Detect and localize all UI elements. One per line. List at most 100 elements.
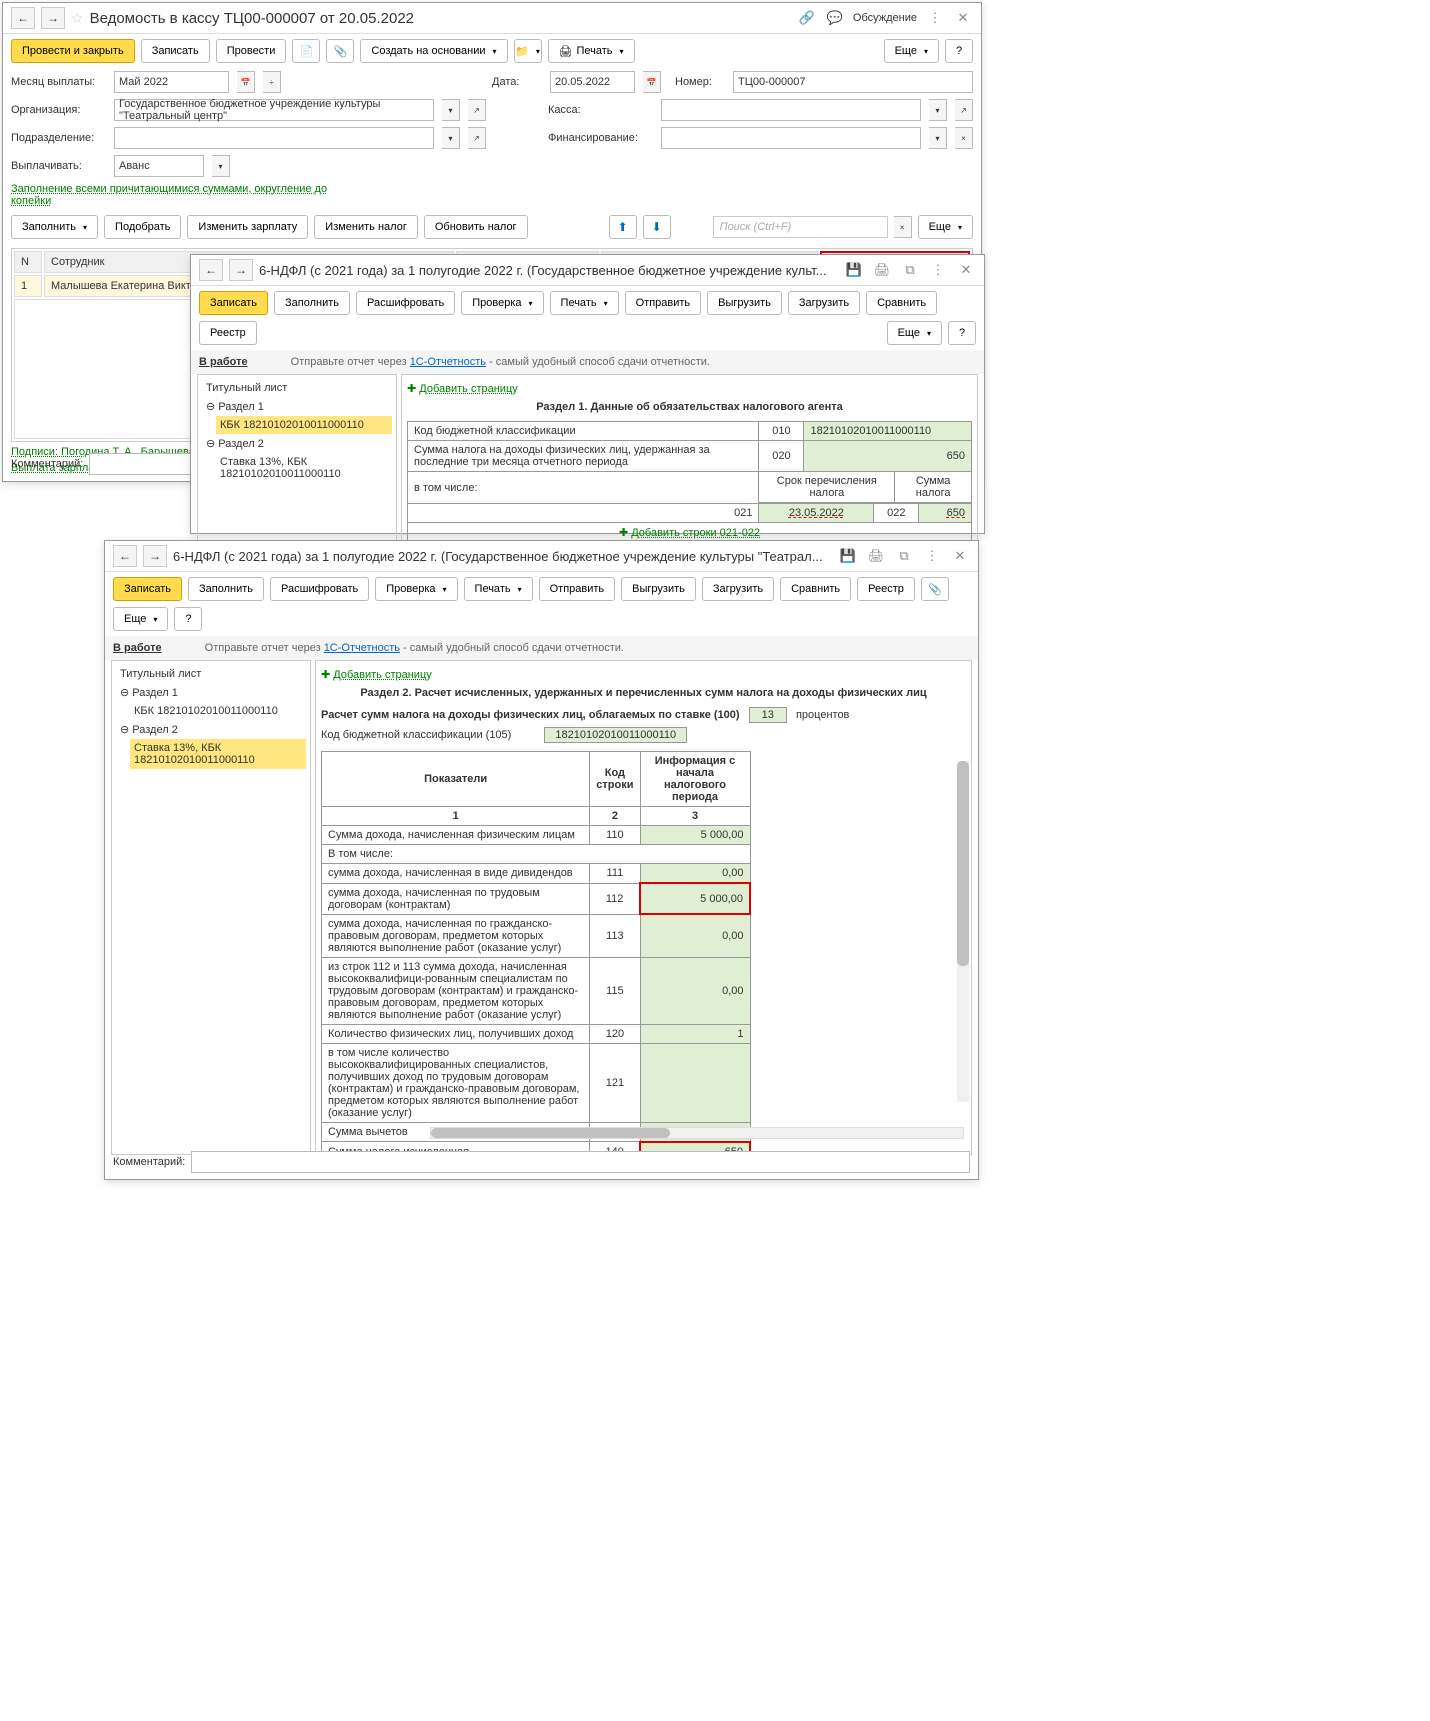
print-button[interactable]: Печать xyxy=(464,577,533,601)
date-input[interactable]: 20.05.2022 xyxy=(550,71,635,93)
org-dropdown-btn[interactable]: ▾ xyxy=(442,99,460,121)
podrazd-open[interactable]: ↗ xyxy=(468,127,486,149)
reestr-button[interactable]: Реестр xyxy=(857,577,915,601)
nav-forward-button[interactable]: → xyxy=(143,545,167,567)
search-input[interactable]: Поиск (Ctrl+F) xyxy=(713,216,888,238)
eshe-button[interactable]: Еще xyxy=(887,321,942,345)
comment-input[interactable] xyxy=(191,1151,970,1173)
podobrat-button[interactable]: Подобрать xyxy=(104,215,181,239)
zapisat-button[interactable]: Записать xyxy=(113,577,182,601)
attach-icon-button[interactable]: 📎 xyxy=(326,39,354,63)
org-input[interactable]: Государственное бюджетное учреждение кул… xyxy=(114,99,434,121)
otpravka-button[interactable]: Отправить xyxy=(539,577,616,601)
tree-section1[interactable]: ⊖ Раздел 1 xyxy=(116,683,306,702)
discuss-label[interactable]: Обсуждение xyxy=(853,12,917,24)
izmenit-nalog-button[interactable]: Изменить налог xyxy=(314,215,418,239)
doc-icon-button[interactable]: 📄 xyxy=(292,39,320,63)
zapisat-button[interactable]: Записать xyxy=(199,291,268,315)
help-button[interactable]: ? xyxy=(174,607,202,631)
rashifr-button[interactable]: Расшифровать xyxy=(356,291,455,315)
finans-input[interactable] xyxy=(661,127,921,149)
podrazd-input[interactable] xyxy=(114,127,434,149)
add-rows-021[interactable]: Добавить строки 021-022 xyxy=(631,527,760,539)
nav-back-button[interactable]: ← xyxy=(11,7,35,29)
vyplat-input[interactable]: Аванс xyxy=(114,155,204,177)
provesti-zakryt-button[interactable]: Провести и закрыть xyxy=(11,39,135,63)
eshe-button[interactable]: Еще xyxy=(113,607,168,631)
eshe-table-button[interactable]: Еще xyxy=(918,215,973,239)
izmenit-zarplatu-button[interactable]: Изменить зарплату xyxy=(187,215,308,239)
month-calendar-btn[interactable]: 📅 xyxy=(237,71,255,93)
zagruz-button[interactable]: Загрузить xyxy=(702,577,774,601)
rate-value[interactable]: 13 xyxy=(749,707,787,723)
kbk-value[interactable]: 18210102010011000110 xyxy=(544,727,687,743)
nav-forward-button[interactable]: → xyxy=(229,259,253,281)
sozdat-button[interactable]: Создать на основании xyxy=(360,39,507,63)
folder-icon-button[interactable]: 📁 xyxy=(514,39,542,63)
sravn-button[interactable]: Сравнить xyxy=(780,577,851,601)
zapisat-button[interactable]: Записать xyxy=(141,39,210,63)
provesti-button[interactable]: Провести xyxy=(216,39,287,63)
kassa-dropdown[interactable]: ▾ xyxy=(929,99,947,121)
otpravka-button[interactable]: Отправить xyxy=(625,291,702,315)
star-icon[interactable]: ☆ xyxy=(71,10,84,27)
search-clear[interactable]: × xyxy=(894,216,912,238)
vygruz-button[interactable]: Выгрузить xyxy=(621,577,696,601)
copy-icon[interactable]: ⧉ xyxy=(894,546,914,566)
link-icon[interactable]: 🔗 xyxy=(797,8,817,28)
scrollbar-horizontal[interactable] xyxy=(430,1127,964,1139)
move-up-button[interactable]: ⬆ xyxy=(609,215,637,239)
status-label[interactable]: В работе xyxy=(199,356,248,368)
reestr-button[interactable]: Реестр xyxy=(199,321,257,345)
attach-button[interactable]: 📎 xyxy=(921,577,949,601)
tree-title-page[interactable]: Титульный лист xyxy=(116,665,306,683)
nav-back-button[interactable]: ← xyxy=(199,259,223,281)
org-open-btn[interactable]: ↗ xyxy=(468,99,486,121)
month-stepper[interactable]: ÷ xyxy=(263,71,281,93)
kassa-open[interactable]: ↗ xyxy=(955,99,973,121)
vyplat-dropdown[interactable]: ▾ xyxy=(212,155,230,177)
add-page-link[interactable]: Добавить страницу xyxy=(333,669,431,681)
zapolnit-dropdown[interactable]: Заполнить xyxy=(11,215,98,239)
proverka-button[interactable]: Проверка xyxy=(461,291,543,315)
month-input[interactable]: Май 2022 xyxy=(114,71,229,93)
finans-clear[interactable]: × xyxy=(955,127,973,149)
close-icon[interactable]: ✕ xyxy=(956,260,976,280)
status-label[interactable]: В работе xyxy=(113,642,162,654)
more-icon[interactable]: ⋮ xyxy=(928,260,948,280)
tree-kbk1[interactable]: КБК 18210102010011000110 xyxy=(130,702,306,720)
eshe-button[interactable]: Еще xyxy=(884,39,939,63)
discuss-icon[interactable]: 💬 xyxy=(825,8,845,28)
help-button[interactable]: ? xyxy=(945,39,973,63)
tree-stavka[interactable]: Ставка 13%, КБК 18210102010011000110 xyxy=(130,739,306,769)
print-icon[interactable]: 🖨 xyxy=(872,260,892,280)
move-down-button[interactable]: ⬇ xyxy=(643,215,671,239)
sravn-button[interactable]: Сравнить xyxy=(866,291,937,315)
tree-kbk1[interactable]: КБК 18210102010011000110 xyxy=(216,416,392,434)
rashifr-button[interactable]: Расшифровать xyxy=(270,577,369,601)
finans-dropdown[interactable]: ▾ xyxy=(929,127,947,149)
add-page-link[interactable]: Добавить страницу xyxy=(419,383,517,395)
tree-section2[interactable]: ⊖ Раздел 2 xyxy=(116,720,306,739)
print-button[interactable]: 🖨 Печать xyxy=(548,39,635,63)
scrollbar-vertical[interactable] xyxy=(957,761,969,1102)
copy-icon[interactable]: ⧉ xyxy=(900,260,920,280)
proverka-button[interactable]: Проверка xyxy=(375,577,457,601)
more-icon[interactable]: ⋮ xyxy=(922,546,942,566)
zapolnit-button[interactable]: Заполнить xyxy=(188,577,264,601)
print-button[interactable]: Печать xyxy=(550,291,619,315)
nav-forward-button[interactable]: → xyxy=(41,7,65,29)
date-calendar-btn[interactable]: 📅 xyxy=(643,71,661,93)
tree-section1[interactable]: ⊖ Раздел 1 xyxy=(202,397,392,416)
kassa-input[interactable] xyxy=(661,99,921,121)
save-icon[interactable]: 💾 xyxy=(844,260,864,280)
zapolnit-button[interactable]: Заполнить xyxy=(274,291,350,315)
tree-title-page[interactable]: Титульный лист xyxy=(202,379,392,397)
podrazd-dropdown[interactable]: ▾ xyxy=(442,127,460,149)
vygruz-button[interactable]: Выгрузить xyxy=(707,291,782,315)
number-input[interactable]: ТЦ00-000007 xyxy=(733,71,973,93)
tree-stavka[interactable]: Ставка 13%, КБК 18210102010011000110 xyxy=(216,453,392,483)
more-icon[interactable]: ⋮ xyxy=(925,8,945,28)
print-icon[interactable]: 🖨 xyxy=(866,546,886,566)
help-button[interactable]: ? xyxy=(948,321,976,345)
